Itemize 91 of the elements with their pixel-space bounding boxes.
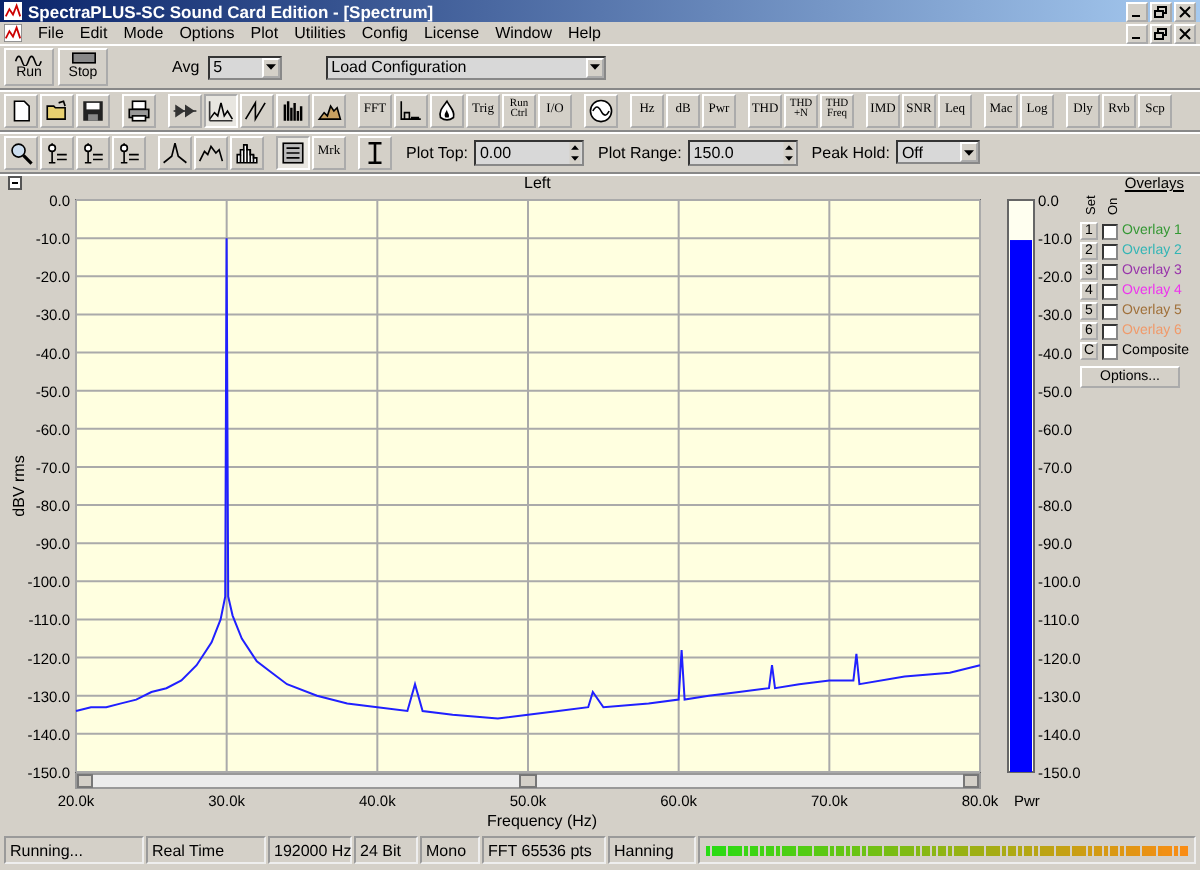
overlay-checkbox[interactable] [1102, 223, 1118, 239]
floppy-icon [80, 97, 106, 123]
restore-icon[interactable] [1150, 1, 1172, 21]
caret-icon [265, 64, 276, 70]
overlay-checkbox[interactable] [1102, 323, 1118, 339]
close-icon[interactable] [1174, 23, 1196, 43]
toolbar-button[interactable] [394, 93, 428, 127]
menu-item[interactable]: File [38, 24, 64, 42]
toolbar-button[interactable] [168, 93, 202, 127]
toolbar-button[interactable] [358, 135, 392, 169]
status-field: Hanning [608, 836, 696, 864]
minimize-icon[interactable] [1126, 1, 1148, 21]
toolbar-button[interactable] [122, 93, 156, 127]
wave-icon [13, 50, 45, 66]
toolbar-button[interactable] [276, 135, 310, 169]
toolbar-button[interactable] [4, 93, 38, 127]
list-icon [280, 139, 306, 165]
toolbar-button[interactable] [430, 93, 464, 127]
toolbar-button[interactable] [584, 93, 618, 127]
plot-top-label: Plot Top: [406, 143, 468, 161]
toolbar-button[interactable] [194, 135, 228, 169]
toolbar-button[interactable] [4, 135, 38, 169]
cursor-icon [116, 139, 142, 165]
overlay-checkbox[interactable] [1102, 283, 1118, 299]
stop-icon [67, 50, 99, 66]
ramp-icon [244, 97, 270, 123]
toolbar-button[interactable] [276, 93, 310, 127]
step-icon [398, 97, 424, 123]
sine-wave-icon [588, 97, 614, 123]
y-axis-label: dBV rms [10, 455, 28, 517]
overlay-checkbox[interactable] [1102, 343, 1118, 359]
app-icon [4, 2, 22, 20]
window-title: SpectraPLUS-SC Sound Card Edition - [Spectrum] [28, 1, 434, 21]
minimize-icon[interactable] [1126, 23, 1148, 43]
overlay-checkbox[interactable] [1102, 303, 1118, 319]
avg-label: Avg [172, 58, 200, 76]
menu-item[interactable]: Edit [79, 24, 108, 42]
status-field: Mono [420, 836, 480, 864]
folder-icon [44, 97, 70, 123]
document-icon[interactable] [4, 24, 22, 42]
x-axis-label: Frequency (Hz) [484, 812, 600, 832]
restore-icon[interactable] [1150, 23, 1172, 43]
menu-item[interactable]: Plot [250, 24, 279, 42]
avg-dropdown[interactable]: 5 [207, 55, 282, 79]
file-icon [8, 97, 34, 123]
toolbar-button[interactable] [76, 135, 110, 169]
histogram-icon [234, 139, 260, 165]
caret-icon [589, 64, 600, 70]
plot-top-field[interactable]: 0.00 [473, 139, 584, 165]
toolbar-button[interactable] [312, 93, 346, 127]
zoom-icon [8, 139, 34, 165]
spectrum-icon [208, 97, 234, 123]
toolbar-button[interactable] [230, 135, 264, 169]
toolbar-button[interactable] [40, 93, 74, 127]
close-icon[interactable] [1174, 1, 1196, 21]
overlay-checkbox[interactable] [1102, 263, 1118, 279]
toolbar-button[interactable] [76, 93, 110, 127]
menu-item[interactable]: License [423, 24, 480, 42]
menu-item[interactable]: Config [361, 24, 408, 42]
configuration-dropdown[interactable]: Load Configuration [325, 55, 606, 79]
menu-item[interactable]: Utilities [294, 24, 346, 42]
status-field: Running... [4, 836, 144, 864]
flame-icon [434, 97, 460, 123]
spinner-icon[interactable] [567, 141, 582, 163]
toolbar-button[interactable] [40, 135, 74, 169]
spinner-icon[interactable] [781, 141, 796, 163]
plot-range-label: Plot Range: [597, 143, 682, 161]
cursor-icon [80, 139, 106, 165]
toolbar-button[interactable] [112, 135, 146, 169]
cursor-icon [44, 139, 70, 165]
status-field: Real Time [146, 836, 266, 864]
printer-icon [126, 97, 152, 123]
menu-item[interactable]: Options [179, 24, 235, 42]
status-field: 192000 Hz [268, 836, 352, 864]
status-field: 24 Bit [354, 836, 418, 864]
menu-item[interactable]: Help [568, 24, 601, 42]
toolbar-button[interactable] [240, 93, 274, 127]
status-field: FFT 65536 pts [482, 836, 606, 864]
toolbar-button[interactable] [158, 135, 192, 169]
menu-item[interactable]: Mode [123, 24, 164, 42]
peak-icon [162, 139, 188, 165]
plot-title: Left [524, 174, 551, 192]
plot-range-field[interactable]: 150.0 [687, 139, 798, 165]
horizontal-scrollbar[interactable] [75, 773, 981, 789]
menu-item[interactable]: Window [495, 24, 553, 42]
peak-hold-dropdown[interactable]: Off [895, 140, 980, 164]
peak-hold-label: Peak Hold: [811, 143, 890, 161]
toolbar-button[interactable] [204, 93, 238, 127]
overlay-checkbox[interactable] [1102, 243, 1118, 259]
caret-icon [963, 149, 974, 155]
bar-graph-icon [280, 97, 306, 123]
